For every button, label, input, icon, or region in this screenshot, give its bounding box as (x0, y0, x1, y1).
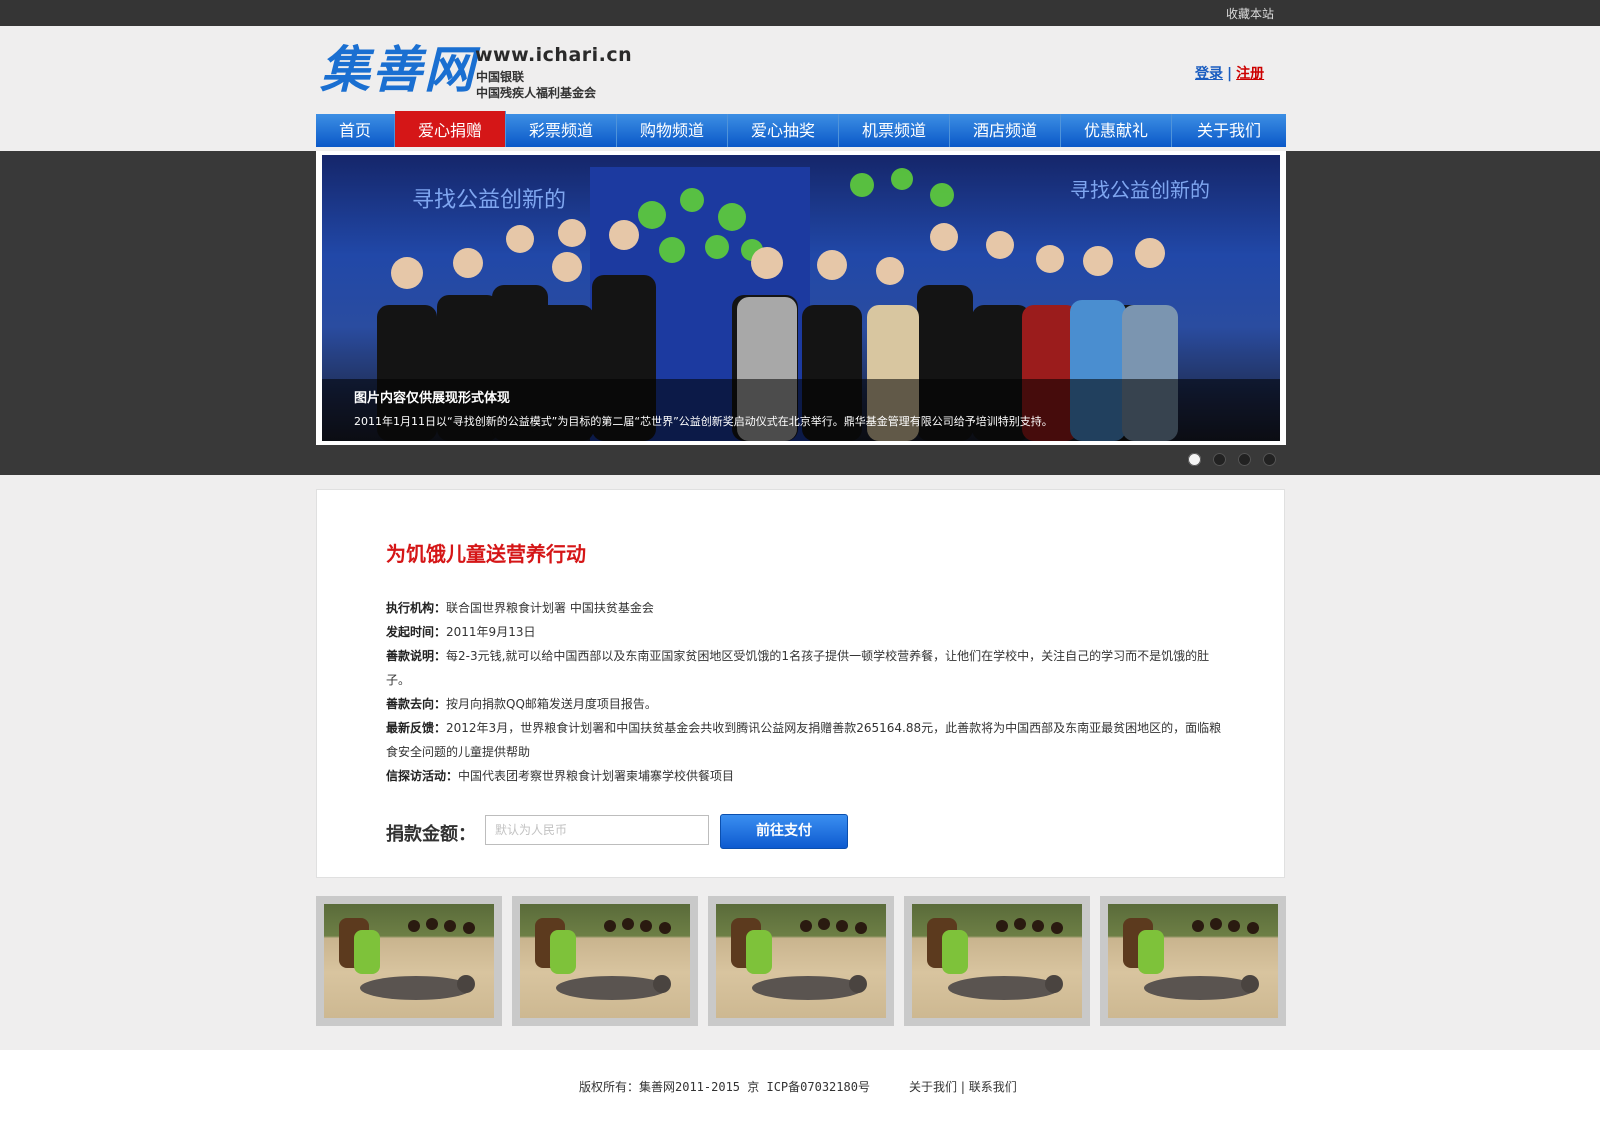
nav-item-home[interactable]: 首页 (316, 114, 395, 147)
info-label: 最新反馈： (386, 721, 447, 735)
banner-slider[interactable]: 寻找公益创新的 寻找公益创新的 图片内容仅供展现形式体现 2011年1月11日以… (316, 151, 1286, 445)
slider-dot-1[interactable] (1188, 453, 1201, 466)
gallery-photo (912, 904, 1082, 1018)
nav-item-flights[interactable]: 机票频道 (839, 114, 950, 147)
project-card: 为饥饿儿童送营养行动 执行机构：联合国世界粮食计划署 中国扶贫基金会 发起时间：… (316, 489, 1285, 878)
banner-caption: 图片内容仅供展现形式体现 2011年1月11日以“寻找创新的公益模式”为目标的第… (322, 379, 1280, 441)
footer-about-link[interactable]: 关于我们 (909, 1080, 957, 1094)
footer-divider: | (960, 1080, 965, 1094)
nav-item-hotels[interactable]: 酒店频道 (950, 114, 1061, 147)
gallery-photo (716, 904, 886, 1018)
logo-subtitle-2: 中国残疾人福利基金会 (476, 86, 597, 100)
footer: 版权所有：集善网2011-2015 京 ICP备07032180号 关于我们 |… (0, 1050, 1600, 1126)
info-label: 信探访活动： (386, 769, 459, 783)
gallery-photo-art (535, 918, 671, 1000)
login-link[interactable]: 登录 (1195, 66, 1223, 82)
info-row-visit: 信探访活动：中国代表团考察世界粮食计划署柬埔寨学校供餐项目 (386, 764, 1228, 788)
logo-name: 集善网 (320, 41, 476, 99)
banner-caption-title: 图片内容仅供展现形式体现 (354, 391, 511, 406)
footer-copyright: 版权所有：集善网2011-2015 京 ICP备07032180号 (579, 1080, 870, 1094)
project-info: 执行机构：联合国世界粮食计划署 中国扶贫基金会 发起时间：2011年9月13日 … (386, 596, 1228, 788)
info-value: 2012年3月，世界粮食计划署和中国扶贫基金会共收到腾讯公益网友捐赠善款2651… (386, 721, 1222, 759)
slider-dot-2[interactable] (1213, 453, 1226, 466)
info-row-start-date: 发起时间：2011年9月13日 (386, 620, 1228, 644)
nav-item-offers[interactable]: 优惠献礼 (1061, 114, 1172, 147)
info-label: 善款说明： (386, 649, 447, 663)
info-value: 每2-3元钱,就可以给中国西部以及东南亚国家贫困地区受饥饿的1名孩子提供一顿学校… (386, 649, 1210, 687)
nav-item-raffle[interactable]: 爱心抽奖 (728, 114, 839, 147)
slider-dots (1188, 453, 1276, 466)
nav-item-donate[interactable]: 爱心捐赠 (395, 111, 506, 147)
info-row-description: 善款说明：每2-3元钱,就可以给中国西部以及东南亚国家贫困地区受饥饿的1名孩子提… (386, 644, 1228, 692)
footer-links: 关于我们 | 联系我们 (909, 1078, 1017, 1095)
nav-item-about[interactable]: 关于我们 (1172, 114, 1286, 147)
info-row-feedback: 最新反馈：2012年3月，世界粮食计划署和中国扶贫基金会共收到腾讯公益网友捐赠善… (386, 716, 1228, 764)
nav-item-lottery[interactable]: 彩票频道 (506, 114, 617, 147)
gallery-photo (1108, 904, 1278, 1018)
gallery-photo-art (1123, 918, 1259, 1000)
info-row-destination: 善款去向：按月向捐款QQ邮箱发送月度项目报告。 (386, 692, 1228, 716)
gallery-thumb[interactable] (1100, 896, 1286, 1026)
info-label: 发起时间： (386, 625, 447, 639)
slider-dot-3[interactable] (1238, 453, 1251, 466)
banner-caption-text: 2011年1月11日以“寻找创新的公益模式”为目标的第二届“芯世界”公益创新奖启… (354, 415, 1053, 428)
footer-contact-link[interactable]: 联系我们 (969, 1080, 1017, 1094)
banner-photo[interactable]: 寻找公益创新的 寻找公益创新的 图片内容仅供展现形式体现 2011年1月11日以… (322, 155, 1280, 441)
project-title: 为饥饿儿童送营养行动 (386, 542, 586, 566)
bookmark-link[interactable]: 收藏本站 (1226, 5, 1274, 22)
logo-url: www.ichari.cn (475, 44, 633, 66)
main-nav: 首页 爱心捐赠 彩票频道 购物频道 爱心抽奖 机票频道 酒店频道 优惠献礼 关于… (316, 111, 1286, 147)
auth-links: 登录 | 注册 (1195, 63, 1264, 83)
info-row-executor: 执行机构：联合国世界粮食计划署 中国扶贫基金会 (386, 596, 1228, 620)
info-label: 执行机构： (386, 601, 447, 615)
logo-subtitle-1: 中国银联 (476, 70, 525, 84)
gallery-thumb[interactable] (316, 896, 502, 1026)
info-label: 善款去向： (386, 697, 447, 711)
auth-separator: | (1227, 66, 1233, 82)
site-logo[interactable]: 集善网 www.ichari.cn 中国银联 中国残疾人福利基金会 (320, 41, 632, 102)
gallery-thumb[interactable] (904, 896, 1090, 1026)
backdrop-text-right: 寻找公益创新的 (1070, 178, 1210, 202)
donate-amount-label: 捐款金额： (386, 824, 476, 845)
photo-gallery (316, 896, 1286, 1026)
pay-button[interactable]: 前往支付 (720, 814, 848, 849)
gallery-photo-art (731, 918, 867, 1000)
gallery-thumb[interactable] (708, 896, 894, 1026)
info-value: 按月向捐款QQ邮箱发送月度项目报告。 (446, 697, 657, 711)
gallery-thumb[interactable] (512, 896, 698, 1026)
backdrop-text-left: 寻找公益创新的 (412, 188, 566, 213)
gallery-photo-art (927, 918, 1063, 1000)
register-link[interactable]: 注册 (1236, 66, 1264, 82)
gallery-photo (324, 904, 494, 1018)
gallery-photo-art (339, 918, 475, 1000)
slider-dot-4[interactable] (1263, 453, 1276, 466)
donate-amount-input[interactable] (485, 815, 709, 845)
info-value: 中国代表团考察世界粮食计划署柬埔寨学校供餐项目 (458, 769, 735, 783)
info-value: 2011年9月13日 (446, 625, 536, 639)
info-value: 联合国世界粮食计划署 中国扶贫基金会 (446, 601, 654, 615)
top-bar: 收藏本站 (0, 0, 1600, 26)
gallery-photo (520, 904, 690, 1018)
nav-item-shopping[interactable]: 购物频道 (617, 114, 728, 147)
